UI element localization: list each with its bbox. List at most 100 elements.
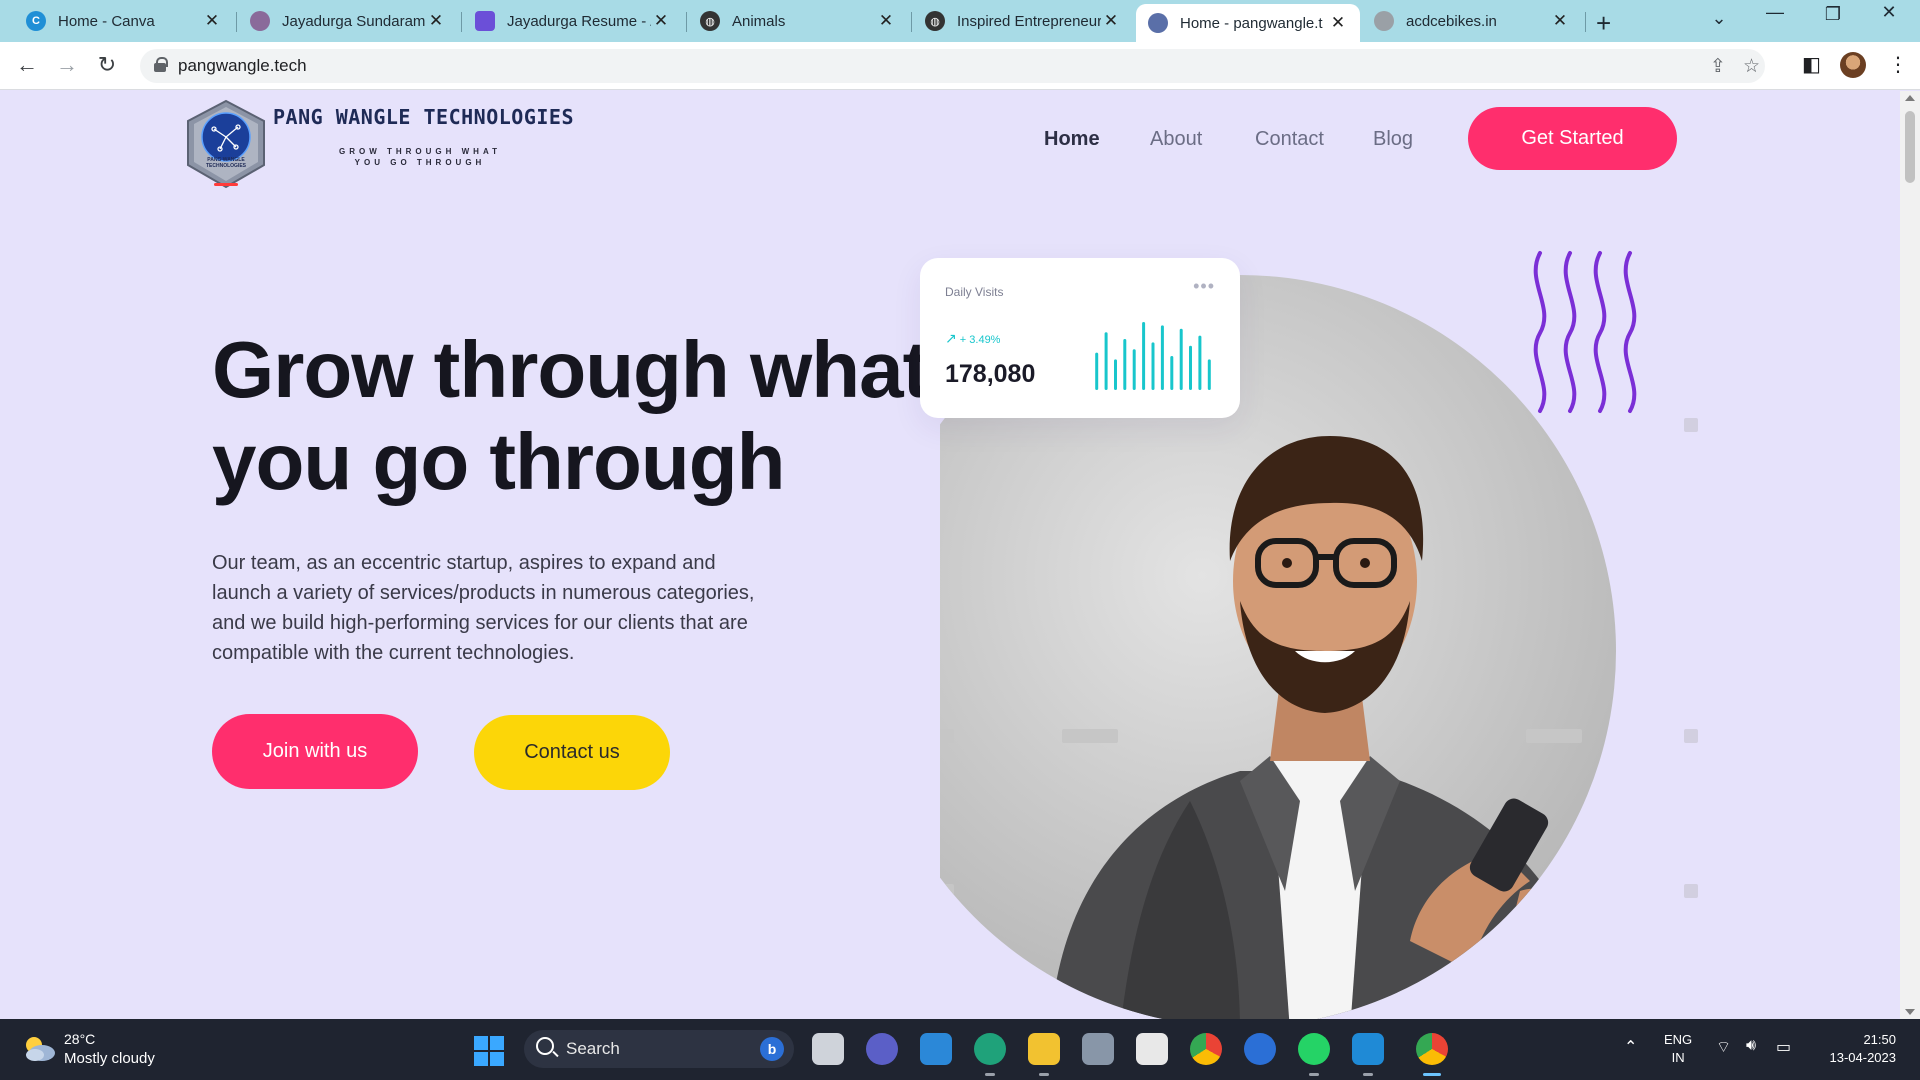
restore-icon[interactable]: ❐ bbox=[1810, 4, 1856, 25]
tab-separator bbox=[911, 12, 912, 32]
close-tab-icon[interactable]: ✕ bbox=[1328, 13, 1348, 33]
close-tab-icon[interactable]: ✕ bbox=[651, 11, 671, 31]
weather-temperature[interactable]: 28°C bbox=[64, 1031, 95, 1047]
logo-badge-text: PANG WANGLE TECHNOLOGIES bbox=[198, 157, 254, 169]
nav-about-link[interactable]: About bbox=[1150, 128, 1202, 151]
wifi-icon[interactable]: ⌔ bbox=[1716, 1037, 1731, 1057]
mini-chart-bar bbox=[1123, 339, 1127, 390]
close-tab-icon[interactable]: ✕ bbox=[1550, 11, 1570, 31]
weather-description[interactable]: Mostly cloudy bbox=[64, 1050, 155, 1067]
hero-title-line1: Grow through what bbox=[212, 325, 929, 414]
calculator-icon[interactable] bbox=[1082, 1033, 1114, 1065]
scrollbar-thumb[interactable] bbox=[1905, 111, 1915, 183]
tab-animals[interactable]: ◍ Animals ✕ bbox=[688, 4, 908, 38]
lock-icon[interactable] bbox=[154, 57, 168, 72]
scroll-up-arrow-icon[interactable] bbox=[1905, 95, 1915, 101]
tab-strip: C Home - Canva ✕ Jayadurga Sundaram ✕ Ja… bbox=[0, 0, 1920, 42]
bing-icon[interactable]: b bbox=[760, 1037, 784, 1061]
daily-visits-change-value: + 3.49% bbox=[959, 334, 1001, 346]
microsoft-store-icon[interactable] bbox=[1136, 1033, 1168, 1065]
language-indicator[interactable]: ENG IN bbox=[1664, 1031, 1692, 1067]
loading-icon bbox=[1374, 11, 1394, 31]
side-panel-icon[interactable]: ◧ bbox=[1802, 52, 1821, 77]
daily-visits-title: Daily Visits bbox=[945, 285, 1004, 299]
daily-visits-value: 178,080 bbox=[945, 360, 1036, 388]
word-icon[interactable] bbox=[1244, 1033, 1276, 1065]
reload-icon[interactable]: ↻ bbox=[92, 52, 122, 78]
tab-title: Inspired Entrepreneur bbox=[957, 12, 1101, 30]
brand-name[interactable]: PANG WANGLE TECHNOLOGIES bbox=[273, 105, 574, 129]
weather-cloud-icon[interactable] bbox=[22, 1033, 56, 1063]
mini-chart-bar bbox=[1170, 356, 1174, 390]
url-text[interactable]: pangwangle.tech bbox=[178, 56, 307, 76]
show-hidden-icons-chevron-icon[interactable]: ⌃ bbox=[1624, 1037, 1637, 1057]
contact-us-button[interactable]: Contact us bbox=[474, 715, 670, 790]
back-icon[interactable]: ← bbox=[12, 52, 42, 78]
daily-visits-mini-chart bbox=[1095, 322, 1211, 390]
hero-description-line: compatible with the current technologies… bbox=[212, 642, 575, 664]
tab-inspired-entrepreneur[interactable]: ◍ Inspired Entrepreneur ✕ bbox=[913, 4, 1133, 38]
menu-kebab-icon[interactable]: ⋮ bbox=[1888, 52, 1908, 77]
tab-canva[interactable]: C Home - Canva ✕ bbox=[14, 4, 234, 38]
mini-chart-bar bbox=[1189, 345, 1192, 390]
nav-blog-link[interactable]: Blog bbox=[1373, 128, 1413, 151]
mini-chart-bar bbox=[1132, 349, 1136, 390]
hero-description: Our team, as an eccentric startup, aspir… bbox=[212, 548, 762, 668]
tab-jayadurga-profile[interactable]: Jayadurga Sundaram ✕ bbox=[238, 4, 458, 38]
taskbar-search-box[interactable]: Search b bbox=[524, 1030, 794, 1068]
hero-title-line2: you go through bbox=[212, 417, 786, 506]
close-tab-icon[interactable]: ✕ bbox=[876, 11, 896, 31]
tab-search-chevron-icon[interactable]: ⌄ bbox=[1696, 8, 1742, 29]
company-logo[interactable] bbox=[180, 99, 272, 189]
brand-tagline: GROW THROUGH WHAT YOU GO THROUGH bbox=[320, 146, 520, 168]
whatsapp-icon[interactable] bbox=[1298, 1033, 1330, 1076]
page-scrollbar[interactable] bbox=[1900, 91, 1920, 1019]
mini-chart-bar bbox=[1142, 322, 1146, 390]
trend-up-arrow-icon: ↗ bbox=[945, 330, 957, 346]
nav-home-link[interactable]: Home bbox=[1044, 128, 1100, 151]
pangwangle-icon bbox=[1148, 13, 1168, 33]
close-tab-icon[interactable]: ✕ bbox=[426, 11, 446, 31]
teams-chat-icon[interactable] bbox=[866, 1033, 898, 1065]
daily-visits-change: ↗ + 3.49% bbox=[945, 330, 1000, 347]
close-window-icon[interactable]: ✕ bbox=[1866, 2, 1912, 23]
document-icon bbox=[475, 11, 495, 31]
scroll-down-arrow-icon[interactable] bbox=[1905, 1009, 1915, 1015]
battery-icon[interactable]: ▭ bbox=[1776, 1037, 1791, 1057]
forward-icon[interactable]: → bbox=[52, 52, 82, 78]
share-icon[interactable]: ⇪ bbox=[1710, 55, 1726, 78]
mail-icon[interactable] bbox=[920, 1033, 952, 1065]
mini-chart-bar bbox=[1160, 325, 1164, 390]
tab-title: Home - Canva bbox=[58, 12, 155, 30]
tab-pangwangle[interactable]: Home - pangwangle.t ✕ bbox=[1136, 4, 1360, 42]
join-with-us-button[interactable]: Join with us bbox=[212, 714, 418, 789]
chrome-profile-icon[interactable] bbox=[1416, 1033, 1448, 1076]
more-options-icon[interactable]: ••• bbox=[1193, 276, 1215, 297]
get-started-button[interactable]: Get Started bbox=[1468, 107, 1677, 170]
tab-separator bbox=[1585, 12, 1586, 32]
tab-jayadurga-resume[interactable]: Jayadurga Resume - / ✕ bbox=[463, 4, 683, 38]
search-icon bbox=[536, 1037, 554, 1055]
close-tab-icon[interactable]: ✕ bbox=[202, 11, 222, 31]
volume-icon[interactable]: 🔊︎ bbox=[1746, 1037, 1756, 1055]
chrome-icon[interactable] bbox=[1190, 1033, 1222, 1065]
tab-acdcebikes[interactable]: acdcebikes.in ✕ bbox=[1362, 4, 1582, 38]
mini-chart-bar bbox=[1104, 332, 1108, 390]
bookmark-star-icon[interactable]: ☆ bbox=[1743, 55, 1760, 78]
hero-title: Grow through what you go through bbox=[212, 324, 929, 508]
mini-chart-bar bbox=[1198, 335, 1202, 390]
vscode-icon[interactable] bbox=[1352, 1033, 1384, 1076]
new-tab-button[interactable]: + bbox=[1596, 8, 1611, 39]
windows-start-icon[interactable] bbox=[474, 1036, 504, 1066]
tab-separator bbox=[236, 12, 237, 32]
edge-icon[interactable] bbox=[974, 1033, 1006, 1076]
minimize-icon[interactable]: — bbox=[1752, 2, 1798, 23]
address-bar[interactable]: pangwangle.tech ⇪ ☆ bbox=[140, 49, 1765, 83]
task-view-icon[interactable] bbox=[812, 1033, 844, 1065]
system-clock[interactable]: 21:50 13-04-2023 bbox=[1816, 1031, 1897, 1067]
decorative-squiggles bbox=[1533, 251, 1637, 413]
file-explorer-icon[interactable] bbox=[1028, 1033, 1060, 1076]
nav-contact-link[interactable]: Contact bbox=[1255, 128, 1324, 151]
close-tab-icon[interactable]: ✕ bbox=[1101, 11, 1121, 31]
profile-avatar[interactable] bbox=[1840, 52, 1866, 78]
